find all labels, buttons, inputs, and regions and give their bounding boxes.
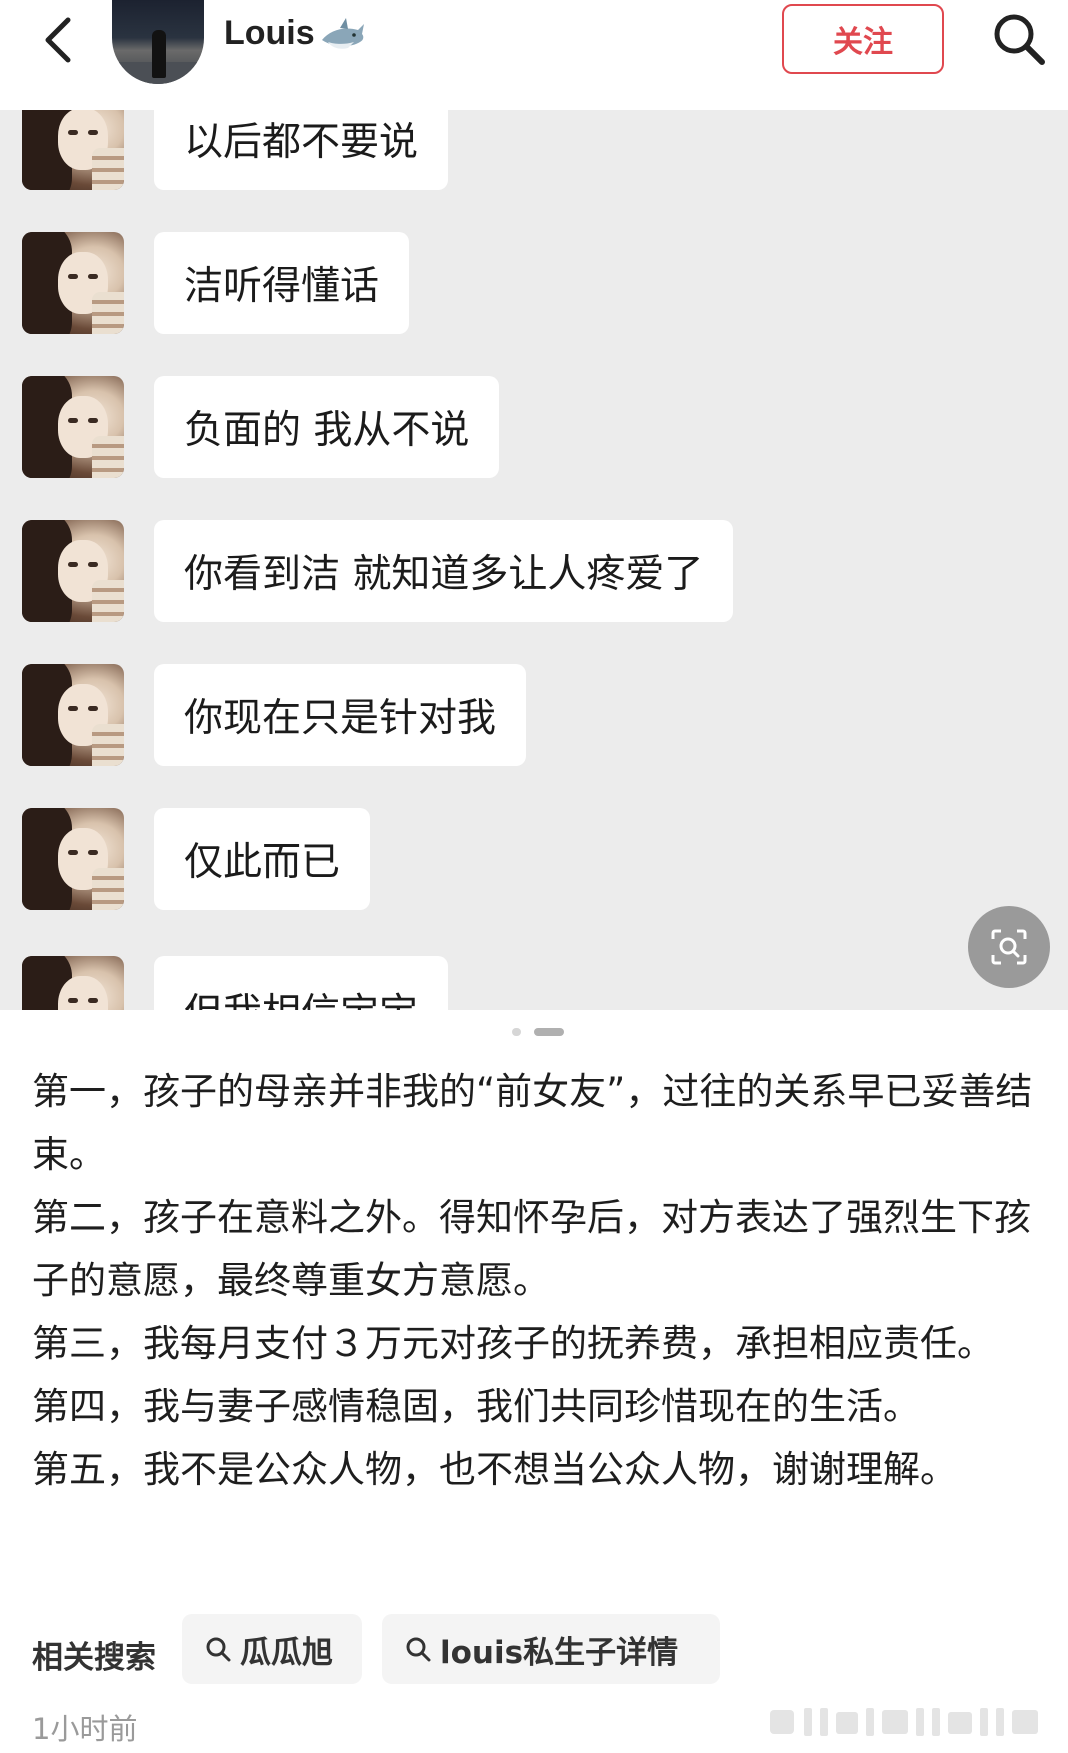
message-bubble: 你看到洁 就知道多让人疼爱了: [154, 520, 734, 622]
sender-avatar: [22, 232, 124, 334]
post-timestamp: 1小时前: [32, 1712, 138, 1746]
chip-label: louis私生子详情: [440, 1634, 679, 1671]
message-bubble: 仅此而已: [154, 808, 371, 910]
carousel-dot[interactable]: [512, 1028, 521, 1036]
sender-avatar: [22, 956, 124, 1010]
related-search-chip[interactable]: 瓜瓜旭: [182, 1614, 362, 1684]
watermark-icon: [770, 1708, 1038, 1736]
message-bubble: 你现在只是针对我: [154, 664, 527, 766]
message-bubble: 以后都不要说: [154, 110, 449, 190]
related-search-chip[interactable]: louis私生子详情: [382, 1614, 720, 1684]
sender-avatar: [22, 664, 124, 766]
related-search-label: 相关搜索: [32, 1640, 156, 1676]
sender-avatar: [22, 376, 124, 478]
search-icon: [406, 1637, 431, 1662]
carousel-dot-active[interactable]: [534, 1028, 564, 1036]
back-chevron-icon[interactable]: [36, 14, 84, 66]
post-paragraph: 第二，孩子在意料之外。得知怀孕后，对方表达了强烈生下孩子的意愿，最终尊重女方意愿…: [32, 1196, 1031, 1302]
related-search: 相关搜索 瓜瓜旭 louis私生子详情: [32, 1614, 1042, 1688]
avatar-figure: [152, 30, 166, 78]
post-paragraph: 第三，我每月支付３万元对孩子的抚养费，承担相应责任。: [32, 1322, 994, 1365]
sender-avatar: [22, 110, 124, 190]
chat-screenshot: 以后都不要说 洁听得懂话 负面的 我从不说 你看到洁 就知道多让人疼爱了 你现在…: [0, 110, 1068, 1010]
carousel-indicator: [0, 1028, 1068, 1040]
chip-label: 瓜瓜旭: [240, 1634, 333, 1671]
image-search-button[interactable]: [968, 906, 1050, 988]
follow-button[interactable]: 关注: [782, 4, 944, 74]
sender-avatar: [22, 520, 124, 622]
post-paragraph: 第五，我不是公众人物，也不想当公众人物，谢谢理解。: [32, 1448, 957, 1491]
shark-icon: [322, 18, 364, 49]
post-paragraph: 第四，我与妻子感情稳固，我们共同珍惜现在的生活。: [32, 1385, 920, 1428]
message-bubble: 负面的 我从不说: [154, 376, 500, 478]
username[interactable]: Louis: [224, 14, 315, 53]
post-paragraph: 第一，孩子的母亲并非我的“前女友”，过往的关系早已妥善结束。: [32, 1070, 1033, 1176]
search-icon[interactable]: [990, 10, 1048, 68]
top-bar: Louis 关注: [0, 0, 1068, 110]
post-body: 第一，孩子的母亲并非我的“前女友”，过往的关系早已妥善结束。 第二，孩子在意料之…: [32, 1060, 1042, 1501]
search-icon: [206, 1637, 231, 1662]
sender-avatar: [22, 808, 124, 910]
scan-search-icon: [991, 929, 1027, 965]
message-bubble: 洁听得懂话: [154, 232, 410, 334]
user-avatar[interactable]: [112, 0, 204, 84]
message-bubble: 但我相信宝宝: [154, 956, 449, 1010]
